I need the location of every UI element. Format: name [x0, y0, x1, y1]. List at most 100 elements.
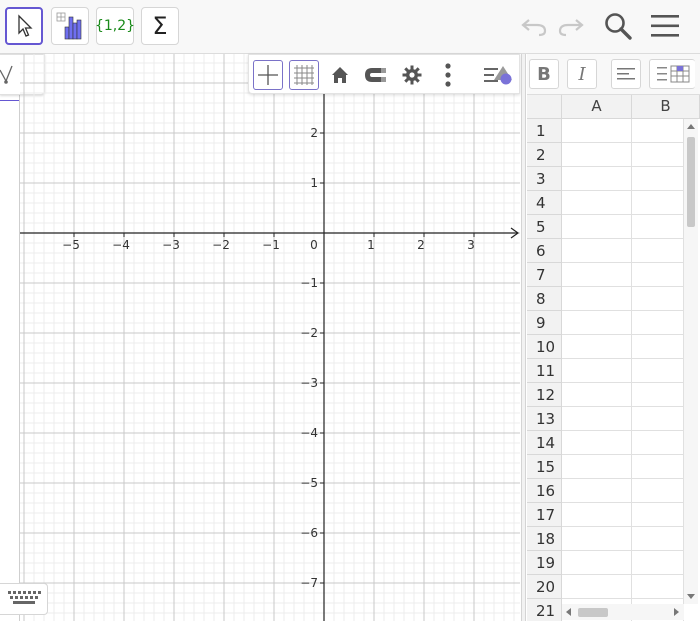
- cell-b[interactable]: [632, 551, 684, 575]
- keyboard-toggle-button[interactable]: [0, 583, 48, 615]
- vertical-scrollbar[interactable]: [684, 119, 698, 604]
- align-left-button[interactable]: [611, 59, 641, 89]
- scroll-down-arrow[interactable]: [687, 594, 695, 599]
- row-header[interactable]: 21: [527, 599, 562, 621]
- view-divider[interactable]: [521, 54, 526, 621]
- cell-b[interactable]: [632, 455, 684, 479]
- show-axes-button[interactable]: [253, 60, 283, 90]
- italic-button[interactable]: I: [567, 59, 597, 89]
- cell-a[interactable]: [562, 335, 632, 359]
- row-header[interactable]: 16: [527, 479, 562, 503]
- cell-a[interactable]: [562, 431, 632, 455]
- row-header[interactable]: 9: [527, 311, 562, 335]
- algebra-view[interactable]: [0, 54, 20, 621]
- more-options-button[interactable]: [433, 60, 463, 90]
- point-capturing-button[interactable]: [361, 60, 391, 90]
- move-tool-button[interactable]: [5, 7, 43, 45]
- graphics-settings-button[interactable]: [397, 60, 427, 90]
- graphics-view[interactable]: −5 −4 −3 −2 −1 0 1 2 3 2 1 −1 −2 −3 −4 −5 −6 −7: [20, 54, 520, 621]
- cell-a[interactable]: [562, 191, 632, 215]
- cell-a[interactable]: [562, 503, 632, 527]
- cell-b[interactable]: [632, 359, 684, 383]
- horizontal-scrollbar[interactable]: [562, 604, 684, 620]
- standard-view-button[interactable]: [325, 60, 355, 90]
- row-header[interactable]: 20: [527, 575, 562, 599]
- cell-b[interactable]: [632, 479, 684, 503]
- cell-a[interactable]: [562, 455, 632, 479]
- align-left-icon: [617, 68, 635, 80]
- cell-b[interactable]: [632, 503, 684, 527]
- cell-a[interactable]: [562, 359, 632, 383]
- cell-b[interactable]: [632, 239, 684, 263]
- cell-b[interactable]: [632, 215, 684, 239]
- row-header[interactable]: 1: [527, 119, 562, 143]
- cell-a[interactable]: [562, 551, 632, 575]
- row-header[interactable]: 17: [527, 503, 562, 527]
- row-header[interactable]: 10: [527, 335, 562, 359]
- list-tool-button[interactable]: {1,2}: [95, 7, 135, 45]
- cell-b[interactable]: [632, 167, 684, 191]
- y-tick-label: −7: [300, 576, 318, 590]
- cell-b[interactable]: [632, 431, 684, 455]
- horizontal-scroll-thumb[interactable]: [578, 608, 608, 617]
- cell-b[interactable]: [632, 383, 684, 407]
- row-header[interactable]: 3: [527, 167, 562, 191]
- column-header-a[interactable]: A: [562, 95, 632, 119]
- row-header[interactable]: 7: [527, 263, 562, 287]
- scroll-left-arrow[interactable]: [566, 608, 571, 616]
- cell-a[interactable]: [562, 143, 632, 167]
- cell-b[interactable]: [632, 263, 684, 287]
- row-header[interactable]: 4: [527, 191, 562, 215]
- column-header-b[interactable]: B: [632, 95, 700, 119]
- row-header[interactable]: 15: [527, 455, 562, 479]
- main-menu-button[interactable]: [647, 8, 683, 44]
- cell-b[interactable]: [632, 143, 684, 167]
- scroll-up-arrow[interactable]: [687, 124, 695, 129]
- toggle-style-bar-button[interactable]: [481, 60, 517, 90]
- cell-a[interactable]: [562, 311, 632, 335]
- x-tick-label: −5: [62, 238, 80, 252]
- row-header[interactable]: 11: [527, 359, 562, 383]
- cell-a[interactable]: [562, 215, 632, 239]
- cell-a[interactable]: [562, 167, 632, 191]
- undo-button[interactable]: [516, 8, 552, 44]
- cell-a[interactable]: [562, 239, 632, 263]
- cell-a[interactable]: [562, 527, 632, 551]
- cell-b[interactable]: [632, 311, 684, 335]
- cell-b[interactable]: [632, 527, 684, 551]
- cell-a[interactable]: [562, 263, 632, 287]
- redo-button[interactable]: [553, 8, 589, 44]
- cell-b[interactable]: [632, 287, 684, 311]
- bold-button[interactable]: B: [529, 59, 559, 89]
- cell-b[interactable]: [632, 335, 684, 359]
- row-header[interactable]: 19: [527, 551, 562, 575]
- row-header[interactable]: 12: [527, 383, 562, 407]
- cell-b[interactable]: [632, 407, 684, 431]
- row-header[interactable]: 8: [527, 287, 562, 311]
- corner-header[interactable]: [527, 95, 562, 119]
- search-button[interactable]: [600, 8, 636, 44]
- row-header[interactable]: 14: [527, 431, 562, 455]
- cell-a[interactable]: [562, 119, 632, 143]
- cell-a[interactable]: [562, 479, 632, 503]
- row-header[interactable]: 18: [527, 527, 562, 551]
- spreadsheet-chart-tool-button[interactable]: [51, 7, 89, 45]
- cell-a[interactable]: [562, 383, 632, 407]
- row-header[interactable]: 5: [527, 215, 562, 239]
- spreadsheet-view[interactable]: B I A B 12 3456789 10 11 12 13 14 15 16 17…: [527, 54, 700, 621]
- row-header[interactable]: 2: [527, 143, 562, 167]
- show-grid-button[interactable]: [289, 60, 319, 90]
- vertical-scroll-thumb[interactable]: [687, 137, 695, 227]
- cell-a[interactable]: [562, 287, 632, 311]
- scroll-right-arrow[interactable]: [674, 608, 679, 616]
- cell-b[interactable]: [632, 191, 684, 215]
- coordinate-plane[interactable]: −5 −4 −3 −2 −1 0 1 2 3 2 1 −1 −2 −3 −4 −5 −6 −7: [20, 54, 520, 621]
- cell-a[interactable]: [562, 575, 632, 599]
- cell-format-button[interactable]: [649, 59, 695, 89]
- row-header[interactable]: 6: [527, 239, 562, 263]
- cell-b[interactable]: [632, 575, 684, 599]
- cell-b[interactable]: [632, 119, 684, 143]
- row-header[interactable]: 13: [527, 407, 562, 431]
- sum-tool-button[interactable]: Σ: [141, 7, 179, 45]
- cell-a[interactable]: [562, 407, 632, 431]
